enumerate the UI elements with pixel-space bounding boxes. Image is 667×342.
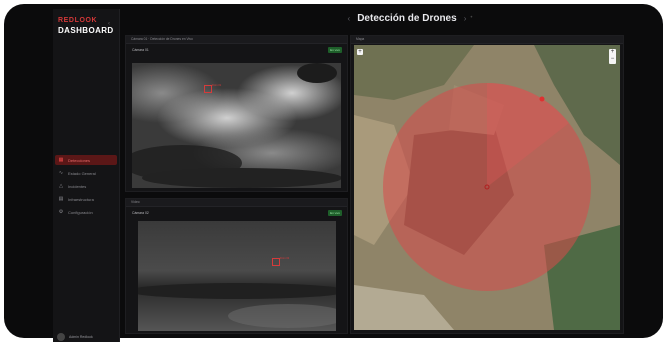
camera-panel-2: Vídeo Cámara 02 En vivo Dron 02 (125, 198, 348, 334)
panel-header: Vídeo (126, 199, 347, 207)
sidebar: REDLOOK DASHBOARD ‹ ▦ Detecciones ∿ Esta… (53, 9, 120, 342)
next-arrow-icon[interactable]: › (464, 14, 467, 23)
camera-feed-2[interactable]: Dron 02 (138, 221, 336, 331)
user-profile[interactable]: Admin Redlook (57, 333, 93, 341)
logo-line-2: DASHBOARD (58, 26, 114, 35)
sidebar-item-infraestructura[interactable]: ▤ Infraestructura (55, 194, 117, 204)
sidebar-item-estado-general[interactable]: ∿ Estado General (55, 168, 117, 178)
sidebar-item-label: Estado General (68, 170, 96, 176)
camera-label: Cámara 01 (132, 48, 149, 52)
page-title: Detección de Drones (357, 12, 457, 24)
sidebar-item-detecciones[interactable]: ▦ Detecciones (55, 155, 117, 165)
camera-panel-1: Cámara 01 · Detección de Drones en Vivo … (125, 35, 348, 192)
chevron-icon[interactable]: ‹ (108, 21, 110, 27)
drone-target-marker[interactable] (272, 258, 280, 266)
drone-target-label: Dron 02 (280, 257, 290, 260)
zoom-controls: + − (609, 49, 616, 64)
avatar (57, 333, 65, 341)
thermal-feed-image (132, 63, 341, 188)
sidebar-item-configuracion[interactable]: ⚙ Configuración (55, 207, 117, 217)
sidebar-item-label: Configuración (68, 209, 93, 215)
satellite-map (354, 45, 620, 330)
gear-icon: ⚙ (58, 209, 64, 215)
status-badge: En vivo (328, 210, 342, 216)
panel-header: Cámara 01 · Detección de Drones en Vivo (126, 36, 347, 44)
dot-icon: • (470, 15, 473, 21)
sidebar-item-label: Infraestructura (68, 196, 94, 202)
drone-target-label: Dron 01 (212, 84, 222, 87)
page-header: ‹ Detección de Drones › • (340, 10, 480, 26)
camera-feed-1[interactable]: Dron 01 (132, 63, 341, 188)
zoom-in-button[interactable]: + (609, 49, 616, 56)
sidebar-item-label: Detecciones (68, 157, 91, 163)
drone-target-marker[interactable] (204, 85, 212, 93)
alert-icon: △ (59, 183, 63, 189)
zoom-out-button[interactable]: − (609, 56, 616, 63)
prev-arrow-icon[interactable]: ‹ (348, 14, 351, 23)
expand-button[interactable]: + (357, 49, 363, 55)
sidebar-item-incidentes[interactable]: △ Incidentes (55, 181, 117, 191)
map-panel: Mapa + + − (350, 35, 624, 334)
sidebar-item-label: Incidentes (68, 183, 87, 189)
user-name: Admin Redlook (69, 335, 93, 339)
map-view[interactable]: + + − (354, 45, 620, 330)
thermal-feed-image (138, 221, 336, 331)
status-badge: En vivo (328, 47, 342, 53)
grid-icon: ▦ (58, 157, 64, 163)
panel-header: Mapa (351, 36, 623, 44)
camera-label: Cámara 02 (132, 211, 149, 215)
server-icon: ▤ (58, 196, 64, 202)
logo-line-1: REDLOOK (58, 17, 98, 24)
activity-icon: ∿ (58, 170, 64, 176)
